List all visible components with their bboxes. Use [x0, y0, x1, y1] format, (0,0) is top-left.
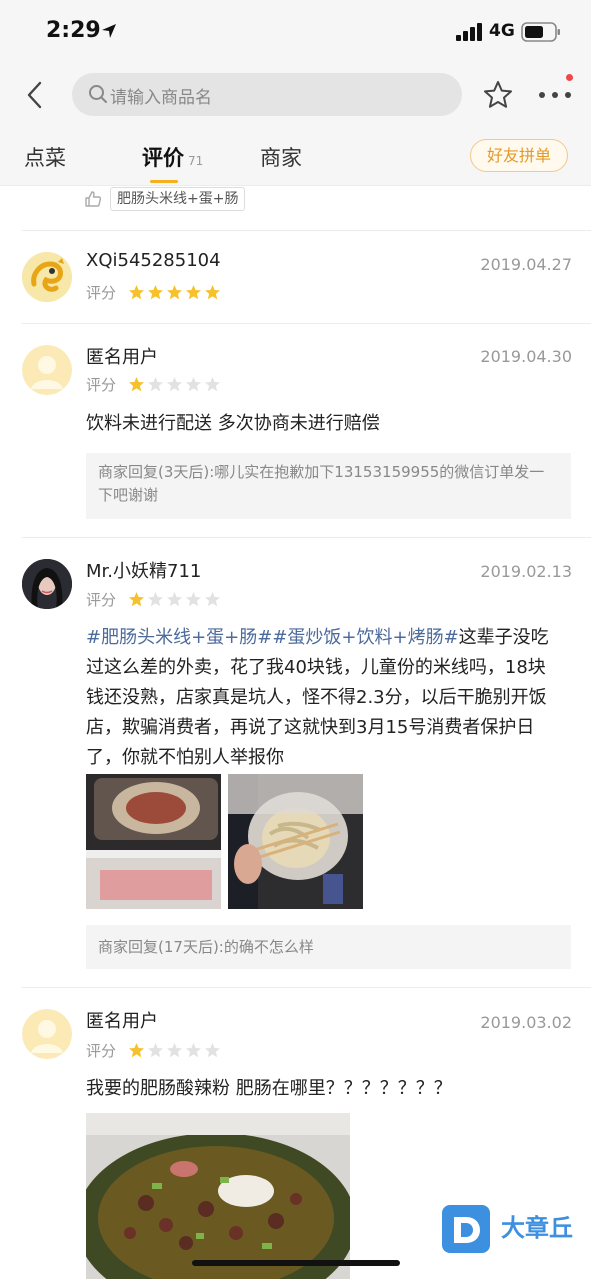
- review-date: 2019.04.27: [480, 255, 572, 274]
- thumbs-up-icon: [85, 191, 102, 207]
- tab-reviews-label: 评价: [142, 146, 184, 170]
- star-rating: [128, 284, 221, 302]
- tab-menu[interactable]: 点菜: [24, 142, 66, 172]
- star-filled-icon: [205, 285, 220, 300]
- star-empty-icon: [148, 377, 163, 392]
- status-bar: 2:29 4G: [0, 0, 591, 64]
- review-text: 我要的肥肠酸辣粉 肥肠在哪里？？？？？？？: [86, 1078, 452, 1099]
- review-photo[interactable]: [86, 774, 221, 909]
- network-type: 4G: [489, 21, 515, 41]
- star-filled-icon: [129, 285, 144, 300]
- user-name: 匿名用户: [86, 347, 158, 368]
- search-input[interactable]: 请输入商品名: [72, 73, 462, 116]
- rating-label: 评分: [86, 591, 117, 609]
- dish-tag[interactable]: 肥肠头米线+蛋+肠: [110, 187, 246, 211]
- search-icon: [89, 85, 107, 103]
- star-empty-icon: [186, 592, 201, 607]
- review-item: Mr.小妖精711 2019.02.13 评分 #肥肠头米线+蛋+肠##蛋炒饭+…: [0, 537, 591, 987]
- anonymous-avatar-image: [22, 1009, 72, 1059]
- review-date: 2019.04.30: [480, 347, 572, 366]
- review-count: 71: [188, 154, 204, 168]
- location-arrow-icon: [102, 24, 116, 38]
- star-rating: [128, 1042, 221, 1060]
- review-item: XQi545285104 2019.04.27 评分: [0, 230, 591, 323]
- status-time: 2:29: [46, 18, 101, 43]
- star-empty-icon: [186, 1043, 201, 1058]
- avatar: [22, 345, 72, 395]
- active-tab-indicator: [150, 180, 178, 183]
- user-name: 匿名用户: [86, 1011, 158, 1032]
- back-arrow-icon[interactable]: [24, 80, 46, 110]
- review-photo[interactable]: [228, 774, 363, 909]
- favorite-star-icon[interactable]: [482, 79, 514, 111]
- avatar: [22, 559, 72, 609]
- star-filled-icon: [148, 285, 163, 300]
- more-options-icon[interactable]: [538, 89, 572, 101]
- watermark-text: 大章丘: [501, 1214, 573, 1242]
- star-filled-icon: [129, 592, 144, 607]
- review-text: 饮料未进行配送 多次协商未进行赔偿: [86, 413, 380, 434]
- tab-reviews[interactable]: 评价 71: [142, 142, 203, 172]
- star-filled-icon: [186, 285, 201, 300]
- star-filled-icon: [167, 285, 182, 300]
- star-empty-icon: [186, 377, 201, 392]
- rating-label: 评分: [86, 376, 117, 394]
- review-hashtags[interactable]: #肥肠头米线+蛋+肠##蛋炒饭+饮料+烤肠#: [86, 627, 459, 648]
- user-photo-avatar: [22, 559, 72, 609]
- star-empty-icon: [167, 1043, 182, 1058]
- merchant-reply: 商家回复(17天后):的确不怎么样: [86, 925, 571, 969]
- watermark-logo-icon: [442, 1205, 490, 1253]
- avatar: [22, 1009, 72, 1059]
- nav-bar: 请输入商品名: [0, 64, 591, 124]
- star-empty-icon: [148, 1043, 163, 1058]
- tab-merchant[interactable]: 商家: [260, 142, 302, 172]
- cellular-signal-icon: [456, 23, 482, 41]
- star-rating: [128, 591, 221, 609]
- rating-label: 评分: [86, 284, 117, 302]
- review-text: #肥肠头米线+蛋+肠##蛋炒饭+饮料+烤肠#这辈子没吃过这么差的外卖，花了我40…: [86, 623, 556, 773]
- home-indicator[interactable]: [192, 1260, 400, 1266]
- user-name: Mr.小妖精711: [86, 561, 202, 582]
- star-rating: [128, 376, 221, 394]
- merchant-reply: 商家回复(3天后):哪儿实在抱歉加下13153159955的微信订单发一下吧谢谢: [86, 453, 571, 519]
- star-filled-icon: [129, 377, 144, 392]
- notification-dot: [566, 74, 573, 81]
- review-item: 匿名用户 2019.04.30 评分 饮料未进行配送 多次协商未进行赔偿 商家回…: [0, 323, 591, 537]
- review-photo[interactable]: [86, 1113, 350, 1279]
- battery-icon: [521, 22, 560, 42]
- rating-label: 评分: [86, 1042, 117, 1060]
- star-empty-icon: [167, 592, 182, 607]
- tab-bar: 点菜 评价 71 商家 好友拼单: [0, 124, 591, 186]
- anonymous-avatar-image: [22, 345, 72, 395]
- avatar: [22, 252, 72, 302]
- star-empty-icon: [205, 592, 220, 607]
- avatar-dog-image: [22, 252, 72, 302]
- star-empty-icon: [167, 377, 182, 392]
- star-empty-icon: [205, 377, 220, 392]
- star-filled-icon: [129, 1043, 144, 1058]
- search-placeholder: 请输入商品名: [110, 88, 212, 108]
- review-body: 这辈子没吃过这么差的外卖，花了我40块钱，儿童份的米线吗，18块钱还没熟，店家真…: [86, 627, 549, 768]
- star-empty-icon: [148, 592, 163, 607]
- group-order-button[interactable]: 好友拼单: [470, 139, 568, 172]
- review-date: 2019.02.13: [480, 562, 572, 581]
- review-date: 2019.03.02: [480, 1013, 572, 1032]
- star-empty-icon: [205, 1043, 220, 1058]
- user-name: XQi545285104: [86, 250, 221, 271]
